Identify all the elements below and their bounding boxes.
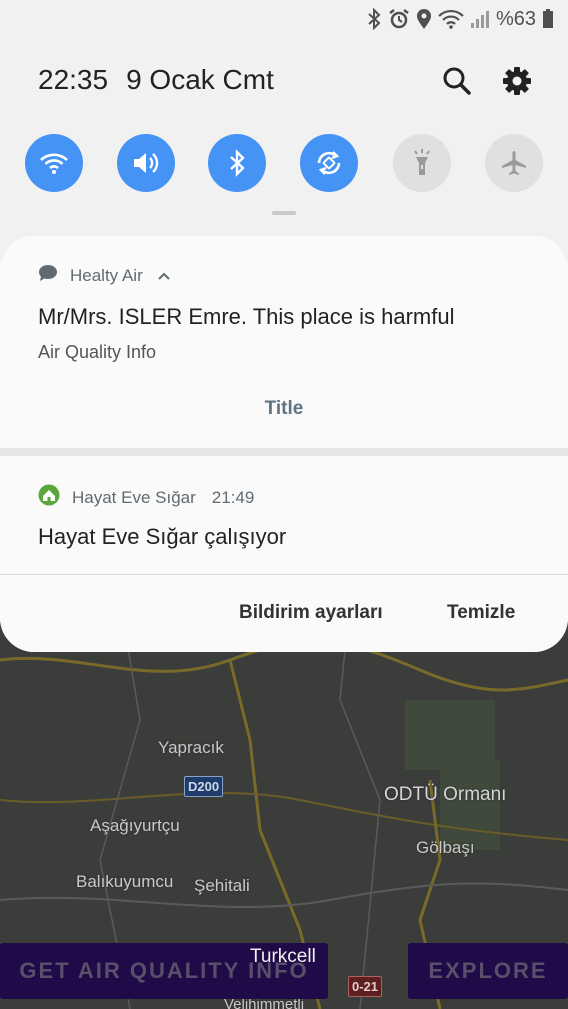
qs-bluetooth-toggle[interactable] xyxy=(208,134,266,192)
clock-time[interactable]: 22:35 xyxy=(38,64,108,96)
bluetooth-icon xyxy=(230,149,245,177)
notification-healty-air[interactable]: Healty Air Mr/Mrs. ISLER Emre. This plac… xyxy=(0,236,568,448)
bluetooth-icon xyxy=(366,8,382,30)
notification-hayat-eve-sigar[interactable]: Hayat Eve Sığar 21:49 Hayat Eve Sığar ça… xyxy=(0,456,568,574)
wifi-icon xyxy=(40,153,68,174)
carrier-label: Turkcell xyxy=(250,946,316,967)
signal-icon xyxy=(470,9,490,29)
map-label: Gölbaşı xyxy=(416,838,475,857)
app-name: Hayat Eve Sığar xyxy=(72,487,196,507)
speaker-icon xyxy=(134,153,159,173)
road-shield: D200 xyxy=(184,776,224,797)
notification-time: 21:49 xyxy=(211,487,255,507)
house-logo-icon xyxy=(38,484,60,511)
notification-settings-button[interactable]: Bildirim ayarları xyxy=(239,602,383,624)
qs-sound-toggle[interactable] xyxy=(117,134,175,192)
airplane-icon xyxy=(502,151,526,175)
shade-drag-handle[interactable] xyxy=(272,211,296,215)
battery-icon xyxy=(542,9,554,29)
quick-settings xyxy=(0,134,568,192)
app-name: Healty Air xyxy=(70,265,143,285)
search-icon[interactable] xyxy=(440,64,474,98)
battery-percent: %63 xyxy=(495,7,536,30)
flashlight-icon xyxy=(414,149,430,175)
map-label: Aşağıyurtçu xyxy=(90,816,180,835)
notification-separator xyxy=(0,448,568,456)
notification-shade: %63 22:35 9 Ocak Cmt Healty Air Mr/Mrs. … xyxy=(0,0,568,652)
notification-body: Air Quality Info xyxy=(38,342,157,362)
notification-header: Hayat Eve Sığar 21:49 xyxy=(38,484,254,511)
chevron-up-icon[interactable] xyxy=(157,266,171,286)
clear-all-button[interactable]: Temizle xyxy=(447,602,515,624)
qs-auto-rotate-toggle[interactable] xyxy=(300,134,358,192)
chat-bubble-icon xyxy=(38,264,58,287)
notification-title: Hayat Eve Sığar çalışıyor xyxy=(38,524,287,549)
wifi-icon xyxy=(438,9,464,29)
notification-panel: Healty Air Mr/Mrs. ISLER Emre. This plac… xyxy=(0,236,568,652)
alarm-icon xyxy=(388,8,410,30)
map-label: Şehitali xyxy=(194,876,250,895)
map-label: ODTÜ Ormanı xyxy=(384,784,507,805)
notification-title: Mr/Mrs. ISLER Emre. This place is harmfu… xyxy=(38,304,455,329)
road-shield: 0-21 xyxy=(348,976,383,997)
explore-button[interactable]: EXPLORE xyxy=(408,943,568,999)
notification-header: Healty Air xyxy=(38,264,171,287)
clock-date: 22:35 9 Ocak Cmt xyxy=(38,64,274,96)
location-icon xyxy=(416,8,432,30)
footer-divider xyxy=(0,574,568,575)
map-label: Yapracık xyxy=(158,738,224,757)
notification-action-button[interactable]: Title xyxy=(0,398,568,420)
status-bar: %63 xyxy=(366,6,554,32)
clock-date-text[interactable]: 9 Ocak Cmt xyxy=(126,64,274,96)
qs-flashlight-toggle[interactable] xyxy=(393,134,451,192)
map-label: Balıkuyumcu xyxy=(76,872,174,891)
qs-airplane-toggle[interactable] xyxy=(485,134,543,192)
gear-icon[interactable] xyxy=(500,64,534,98)
qs-wifi-toggle[interactable] xyxy=(25,134,83,192)
auto-rotate-icon xyxy=(317,151,341,175)
